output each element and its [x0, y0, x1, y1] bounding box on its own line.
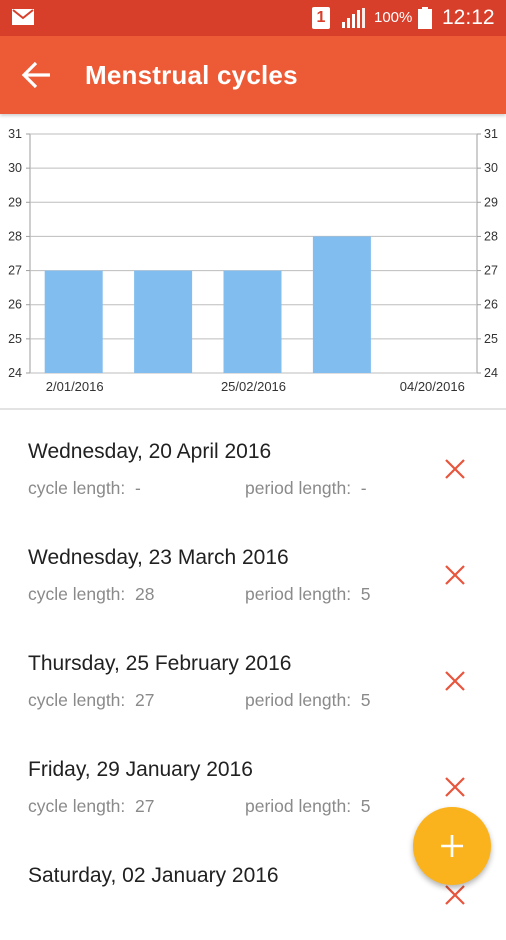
- period-length-label: period length:: [245, 796, 352, 816]
- list-item[interactable]: Thursday, 25 February 2016 cycle length:…: [0, 622, 506, 728]
- period-length: period length: -: [245, 478, 367, 499]
- delete-icon[interactable]: [444, 776, 466, 798]
- battery-icon: [418, 7, 432, 29]
- delete-icon[interactable]: [444, 670, 466, 692]
- x-tick-label: 2/01/2016: [46, 379, 104, 394]
- cycle-date: Thursday, 25 February 2016: [28, 652, 292, 675]
- cycle-length: cycle length: 27: [28, 690, 154, 711]
- page-title: Menstrual cycles: [85, 60, 298, 90]
- y-tick-label-left: 24: [8, 366, 22, 380]
- bar: [134, 270, 193, 373]
- y-tick-label-left: 27: [8, 264, 22, 278]
- x-tick-label: 04/20/2016: [400, 379, 465, 394]
- delete-icon[interactable]: [444, 458, 466, 480]
- list-item[interactable]: Wednesday, 23 March 2016 cycle length: 2…: [0, 516, 506, 622]
- y-tick-label-right: 28: [484, 229, 498, 243]
- cycle-length-value: 28: [135, 584, 155, 604]
- cycle-length-label: cycle length:: [28, 796, 126, 816]
- cycle-length-value: 27: [135, 690, 155, 710]
- y-tick-label-left: 28: [8, 229, 22, 243]
- period-length: period length: 5: [245, 584, 371, 605]
- cycle-length-label: cycle length:: [28, 690, 126, 710]
- cycle-length: cycle length: 28: [28, 584, 154, 605]
- bar: [312, 236, 371, 373]
- delete-icon[interactable]: [444, 884, 466, 906]
- cycle-date: Saturday, 02 January 2016: [28, 864, 279, 887]
- period-length-value: 5: [360, 796, 371, 816]
- add-cycle-button[interactable]: [413, 807, 491, 885]
- app-bar: Menstrual cycles: [0, 36, 506, 114]
- y-tick-label-left: 26: [8, 298, 22, 312]
- list-item[interactable]: Wednesday, 20 April 2016 cycle length: -…: [0, 410, 506, 516]
- period-length: period length: 5: [245, 796, 371, 817]
- x-tick-label: 25/02/2016: [221, 379, 286, 394]
- battery-percent: 100%: [374, 9, 413, 26]
- y-tick-label-right: 30: [484, 161, 498, 175]
- cycle-length: cycle length: 27: [28, 796, 154, 817]
- clock: 12:12: [442, 6, 495, 29]
- sim-icon: 1: [312, 7, 330, 29]
- y-tick-label-right: 24: [484, 366, 498, 380]
- y-tick-label-right: 25: [484, 332, 498, 346]
- status-bar: 1 100% 12:12: [0, 0, 506, 36]
- cycle-length-value: 27: [135, 796, 155, 816]
- y-tick-label-right: 27: [484, 264, 498, 278]
- cycle-date: Friday, 29 January 2016: [28, 758, 253, 781]
- plus-icon: [441, 835, 463, 857]
- cycle-date: Wednesday, 23 March 2016: [28, 546, 289, 569]
- y-tick-label-left: 31: [8, 127, 22, 141]
- y-tick-label-right: 29: [484, 195, 498, 209]
- bar: [223, 270, 282, 373]
- cycle-length: cycle length: -: [28, 478, 141, 499]
- bar: [44, 270, 103, 373]
- cycle-length-label: cycle length:: [28, 478, 126, 498]
- delete-icon[interactable]: [444, 564, 466, 586]
- arrow-back-icon[interactable]: [20, 59, 54, 91]
- period-length-label: period length:: [245, 478, 352, 498]
- period-length: period length: 5: [245, 690, 371, 711]
- cycle-length-value: -: [135, 478, 141, 498]
- y-tick-label-right: 31: [484, 127, 498, 141]
- y-tick-label-right: 26: [484, 298, 498, 312]
- period-length-value: -: [360, 478, 367, 498]
- period-length-value: 5: [360, 584, 371, 604]
- signal-icon: [342, 8, 365, 28]
- period-length-value: 5: [360, 690, 371, 710]
- mail-icon: [12, 9, 34, 25]
- cycle-length-chart: 24 24 25 25 26 26 27 27 28 28 29 29 30 30 31 31 2/01/201…: [8, 127, 498, 394]
- y-tick-label-left: 25: [8, 332, 22, 346]
- y-tick-label-left: 29: [8, 195, 22, 209]
- cycle-length-label: cycle length:: [28, 584, 126, 604]
- period-length-label: period length:: [245, 584, 352, 604]
- cycle-date: Wednesday, 20 April 2016: [28, 440, 272, 463]
- y-tick-label-left: 30: [8, 161, 22, 175]
- period-length-label: period length:: [245, 690, 352, 710]
